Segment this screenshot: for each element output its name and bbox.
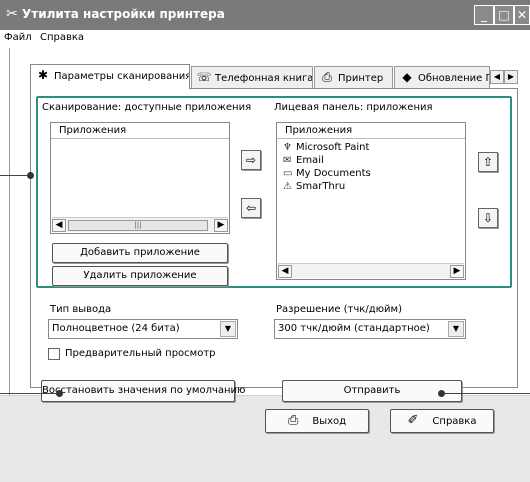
left-group-title: Сканирование: доступные приложения — [42, 102, 252, 113]
smarthru-icon: ⚠ — [283, 181, 292, 192]
list-header: Приложения — [51, 123, 229, 139]
exit-button[interactable]: ⎙ Выход — [265, 409, 369, 433]
tab-label: Параметры сканирования — [54, 71, 190, 82]
front-panel-apps-list[interactable]: Приложения ♆ Microsoft Paint ✉ Email ▭ My D… — [276, 122, 466, 280]
move-down-button[interactable]: ⇩ — [478, 208, 498, 228]
scroll-right-arrow-icon[interactable]: ▶ — [450, 265, 464, 278]
exit-icon: ⎙ — [287, 413, 299, 428]
help-icon: ✐ — [407, 413, 419, 428]
preview-label: Предварительный просмотр — [65, 348, 216, 359]
maximize-button[interactable]: □ — [494, 5, 514, 25]
close-button[interactable]: ✕ — [514, 5, 530, 25]
horizontal-scrollbar[interactable]: ◀ ▶ — [278, 263, 464, 278]
list-item[interactable]: ✉ Email — [283, 154, 324, 167]
folder-icon: ▭ — [283, 168, 293, 179]
menu-file[interactable]: Файл — [4, 32, 32, 43]
callout-line — [0, 393, 60, 394]
arrow-up-icon: ⇧ — [482, 155, 494, 169]
arrow-right-icon: ⇨ — [245, 153, 257, 167]
tab-phonebook[interactable]: ☏ Телефонная книга — [191, 66, 313, 88]
restore-defaults-button[interactable]: Восстановить значения по умолчанию — [41, 380, 245, 402]
callout-dot — [56, 390, 63, 397]
menu-bar: Файл Справка — [0, 30, 530, 48]
tab-strip: ✱ Параметры сканирования ☏ Телефонная книг… — [30, 64, 518, 89]
tab-scroll-left-button[interactable]: ◀ — [490, 70, 504, 84]
horizontal-scrollbar[interactable]: ◀ ||| ▶ — [52, 217, 228, 232]
tab-printer[interactable]: ⎙ Принтер — [314, 66, 393, 88]
list-item[interactable]: ▭ My Documents — [283, 167, 371, 180]
help-button[interactable]: ✐ Справка — [390, 409, 494, 433]
menu-help[interactable]: Справка — [40, 32, 84, 43]
email-icon: ✉ — [283, 155, 292, 166]
move-up-button[interactable]: ⇧ — [478, 152, 498, 172]
scroll-right-arrow-icon[interactable]: ▶ — [214, 219, 228, 232]
tab-label: Принтер — [338, 73, 384, 84]
available-apps-list[interactable]: Приложения ◀ ||| ▶ — [50, 122, 230, 234]
scan-icon: ✱ — [37, 68, 49, 82]
move-right-button[interactable]: ⇨ — [241, 150, 261, 170]
paint-icon: ♆ — [283, 142, 292, 153]
move-left-button[interactable]: ⇦ — [241, 198, 261, 218]
chevron-down-icon[interactable]: ▼ — [448, 321, 464, 337]
arrow-down-icon: ⇩ — [482, 211, 494, 225]
minimize-button[interactable]: _ — [474, 5, 494, 25]
callout-line — [444, 393, 530, 394]
printer-settings-icon: ✂ — [6, 6, 18, 22]
right-group-title: Лицевая панель: приложения — [274, 102, 433, 113]
callout-line — [0, 175, 30, 176]
title-bar: ✂ Утилита настройки принтера _ □ ✕ — [0, 0, 530, 30]
arrow-left-icon: ⇦ — [245, 201, 257, 215]
list-item[interactable]: ♆ Microsoft Paint — [283, 141, 369, 154]
phonebook-icon: ☏ — [196, 70, 212, 84]
resolution-label: Разрешение (тчк/дюйм) — [276, 304, 402, 315]
scroll-left-arrow-icon[interactable]: ◀ — [278, 265, 292, 278]
add-application-button[interactable]: Добавить приложение — [52, 243, 228, 263]
tab-scan-settings[interactable]: ✱ Параметры сканирования — [30, 64, 190, 89]
tab-label: Телефонная книга — [215, 73, 313, 84]
list-header: Приложения — [277, 123, 465, 139]
scroll-thumb[interactable]: ||| — [68, 220, 208, 231]
chevron-down-icon[interactable]: ▼ — [220, 321, 236, 337]
list-item[interactable]: ⚠ SmarThru — [283, 180, 345, 193]
printer-icon: ⎙ — [322, 70, 332, 84]
tab-label: Обновление ПО — [418, 73, 489, 84]
scroll-left-arrow-icon[interactable]: ◀ — [52, 219, 66, 232]
window-title: Утилита настройки принтера — [22, 7, 225, 21]
update-icon: ◆ — [402, 70, 412, 84]
preview-checkbox[interactable] — [48, 348, 60, 360]
callout-dot — [438, 390, 445, 397]
remove-application-button[interactable]: Удалить приложение — [52, 266, 228, 286]
tab-update[interactable]: ◆ Обновление ПО — [394, 66, 490, 88]
output-type-label: Тип вывода — [50, 304, 112, 315]
printer-settings-window: ✂ Утилита настройки принтера _ □ ✕ Файл … — [0, 0, 530, 482]
send-button[interactable]: Отправить — [282, 380, 462, 402]
output-type-select[interactable]: Полноцветное (24 бита) ▼ — [48, 319, 238, 339]
resolution-select[interactable]: 300 тчк/дюйм (стандартное) ▼ — [274, 319, 466, 339]
callout-dot — [27, 172, 34, 179]
tab-scroll-right-button[interactable]: ▶ — [504, 70, 518, 84]
